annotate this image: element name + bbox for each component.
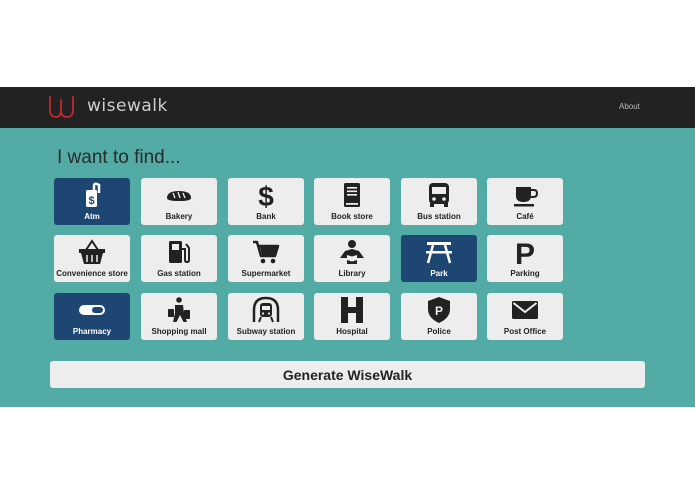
- place-tile-label: Subway station: [236, 327, 296, 336]
- wisewalk-logo-icon[interactable]: [48, 95, 76, 119]
- navbar: wisewalk About: [0, 87, 695, 128]
- place-tile-label: Pharmacy: [72, 327, 112, 336]
- police-badge-icon: P: [424, 296, 454, 324]
- shopper-icon: [164, 296, 194, 324]
- place-tile-label: Gas station: [157, 269, 201, 278]
- place-tile-label: Convenience store: [56, 269, 128, 278]
- pill-icon: [77, 296, 107, 324]
- place-tile-convenience-store[interactable]: Convenience store: [54, 235, 130, 282]
- svg-text:$: $: [258, 181, 274, 209]
- picnic-table-icon: [424, 238, 454, 266]
- hospital-icon: [337, 296, 367, 324]
- place-tile-bakery[interactable]: Bakery: [141, 178, 217, 225]
- parking-icon: P: [510, 238, 540, 266]
- place-tile-label: Bus station: [417, 212, 461, 221]
- place-tile-subway-station[interactable]: Subway station: [228, 293, 304, 340]
- subway-icon: [251, 296, 281, 324]
- svg-text:$: $: [88, 195, 94, 207]
- place-tile-label: Shopping mall: [151, 327, 207, 336]
- bus-icon: [424, 181, 454, 209]
- place-tile-label: Park: [430, 269, 448, 278]
- place-tile-supermarket[interactable]: Supermarket: [228, 235, 304, 282]
- place-tile-pharmacy[interactable]: Pharmacy: [54, 293, 130, 340]
- place-tile-gas-station[interactable]: Gas station: [141, 235, 217, 282]
- place-tile-label: Library: [338, 269, 366, 278]
- reader-icon: [337, 238, 367, 266]
- page-heading: I want to find...: [57, 147, 181, 168]
- place-tile-hospital[interactable]: Hospital: [314, 293, 390, 340]
- generate-wisewalk-button[interactable]: Generate WiseWalk: [50, 361, 645, 388]
- place-tile-post-office[interactable]: Post Office: [487, 293, 563, 340]
- place-tile-label: Bakery: [165, 212, 193, 221]
- place-tile-shopping-mall[interactable]: Shopping mall: [141, 293, 217, 340]
- basket-icon: [77, 238, 107, 266]
- place-tile-police[interactable]: P Police: [401, 293, 477, 340]
- place-tile-atm[interactable]: $ Atm: [54, 178, 130, 225]
- fuel-pump-icon: [164, 238, 194, 266]
- place-tile-parking[interactable]: P Parking: [487, 235, 563, 282]
- svg-text:P: P: [435, 304, 443, 318]
- coffee-cup-icon: [510, 181, 540, 209]
- book-icon: [337, 181, 367, 209]
- place-tile-book-store[interactable]: Book store: [314, 178, 390, 225]
- place-tile-label: Supermarket: [241, 269, 291, 278]
- place-tile-bus-station[interactable]: Bus station: [401, 178, 477, 225]
- svg-text:P: P: [515, 238, 535, 266]
- envelope-icon: [510, 296, 540, 324]
- about-link[interactable]: About: [619, 102, 640, 111]
- place-tile-bank[interactable]: $ Bank: [228, 178, 304, 225]
- main-section: I want to find... $ Atm Bakery $ Bank Book st…: [0, 128, 695, 407]
- place-tile-label: Post Office: [503, 327, 547, 336]
- place-tile-library[interactable]: Library: [314, 235, 390, 282]
- shopping-cart-icon: [251, 238, 281, 266]
- brand-name[interactable]: wisewalk: [87, 96, 168, 116]
- place-tile-label: Atm: [84, 212, 100, 221]
- place-tile-label: Hospital: [336, 327, 368, 336]
- place-tile-park[interactable]: Park: [401, 235, 477, 282]
- place-tile-label: Book store: [331, 212, 373, 221]
- place-tile-caf-[interactable]: Café: [487, 178, 563, 225]
- bread-icon: [164, 181, 194, 209]
- dollar-icon: $: [251, 181, 281, 209]
- place-tile-label: Bank: [256, 212, 276, 221]
- atm-icon: $: [77, 181, 107, 209]
- place-tile-label: Parking: [510, 269, 540, 278]
- place-tile-label: Café: [516, 212, 534, 221]
- place-tile-label: Police: [427, 327, 451, 336]
